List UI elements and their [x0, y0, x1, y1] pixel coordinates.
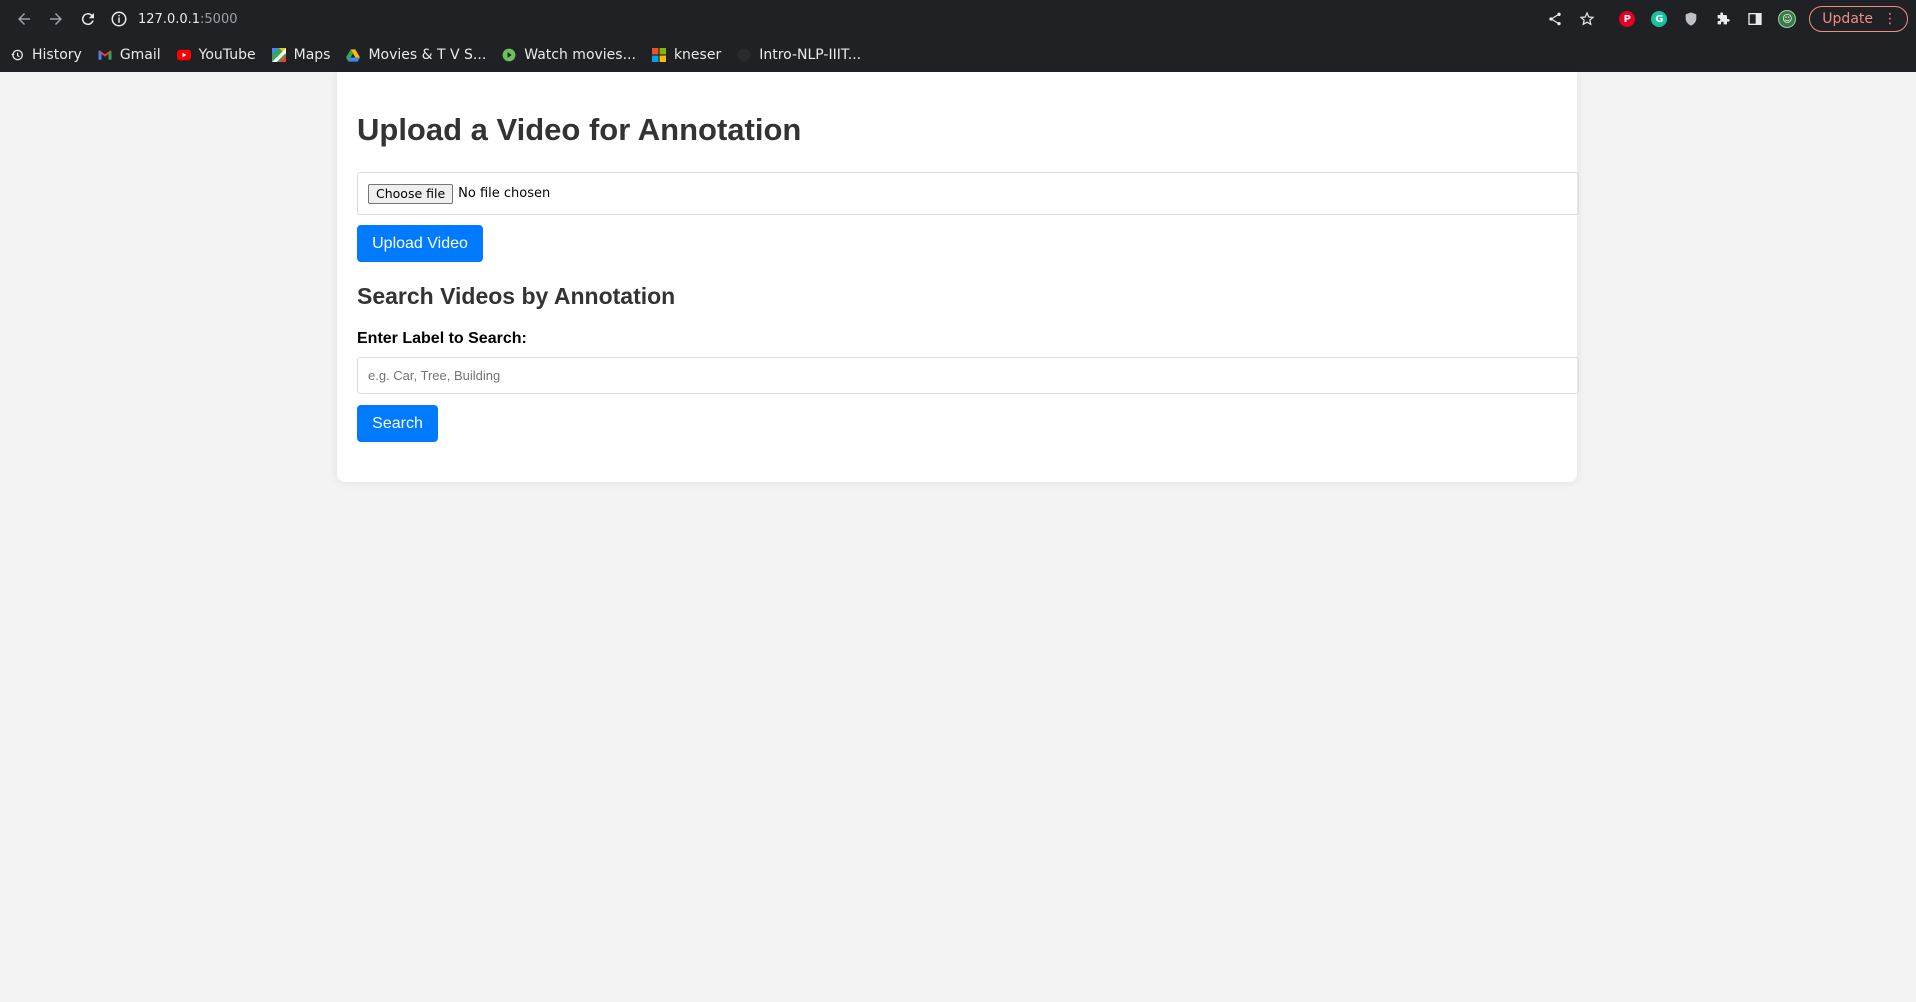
history-icon	[10, 48, 24, 62]
bookmark-label: Watch movies...	[524, 47, 636, 63]
no-file-text: No file chosen	[458, 186, 551, 201]
search-placeholder: e.g. Car, Tree, Building	[368, 368, 501, 383]
arrow-left-icon	[18, 13, 30, 25]
profile-button[interactable]: ☺	[1771, 4, 1803, 34]
side-panel-icon	[1748, 13, 1762, 25]
kebab-menu-icon: ⋮	[1883, 11, 1897, 27]
main-card: Upload a Video for Annotation Choose fil…	[337, 72, 1579, 482]
bookmark-kneser[interactable]: kneser	[651, 47, 722, 63]
search-title: Search Videos by Annotation	[357, 283, 676, 309]
reload-button[interactable]	[72, 3, 104, 35]
update-button[interactable]: Update ⋮	[1809, 6, 1908, 32]
url-port: :5000	[200, 11, 238, 27]
share-button[interactable]	[1539, 4, 1571, 34]
search-input[interactable]: e.g. Car, Tree, Building	[357, 357, 1579, 394]
puzzle-icon	[1717, 12, 1730, 25]
reload-icon	[81, 13, 94, 26]
bookmark-label: Intro-NLP-IIIT...	[759, 47, 862, 63]
grammarly-extension[interactable]: G	[1643, 4, 1675, 34]
grammarly-icon: G	[1651, 11, 1668, 27]
search-label: Enter Label to Search:	[357, 330, 527, 347]
bookmark-history[interactable]: History	[10, 47, 82, 63]
url-text: 127.0.0.1:5000	[138, 12, 238, 27]
bookmark-label: Movies & T V S...	[368, 47, 487, 63]
url-host: 127.0.0.1	[138, 11, 201, 27]
gmail-icon	[98, 48, 112, 62]
toolbar-actions: P G ☺ Update ⋮	[1539, 4, 1908, 34]
search-button[interactable]: Search	[357, 405, 438, 442]
bookmarks-bar: History Gmail YouTube Maps Movies & T V …	[0, 38, 1916, 72]
upload-video-button[interactable]: Upload Video	[357, 225, 483, 262]
arrow-right-icon	[50, 13, 62, 25]
bookmark-label: kneser	[673, 47, 722, 63]
upload-title: Upload a Video for Annotation	[357, 112, 802, 147]
star-icon	[1579, 11, 1595, 26]
avatar-icon: ☺	[1778, 10, 1797, 28]
bookmark-label: History	[32, 47, 82, 63]
share-icon	[1549, 12, 1561, 26]
forward-button[interactable]	[40, 3, 72, 35]
microsoft-icon	[651, 48, 666, 62]
bookmark-label: YouTube	[198, 47, 256, 63]
bookmark-label: Gmail	[119, 47, 161, 63]
choose-file-button[interactable]: Choose file	[368, 183, 454, 204]
github-icon	[737, 48, 751, 62]
pinterest-extension[interactable]: P	[1611, 4, 1643, 34]
youtube-icon	[176, 48, 191, 62]
browser-chrome: 127.0.0.1:5000 P G ☺ Update ⋮ History Gm…	[0, 0, 1916, 72]
file-input[interactable]: Choose file No file chosen	[357, 172, 1579, 215]
info-icon	[111, 11, 127, 27]
pinterest-icon: P	[1619, 11, 1636, 27]
side-panel-button[interactable]	[1739, 4, 1771, 34]
shield-icon	[1685, 12, 1697, 26]
bookmark-label: Maps	[293, 47, 331, 63]
play-icon	[502, 48, 516, 62]
bookmark-youtube[interactable]: YouTube	[176, 47, 256, 63]
bookmark-gmail[interactable]: Gmail	[98, 47, 161, 63]
update-label: Update	[1822, 11, 1873, 27]
maps-icon	[271, 48, 286, 62]
drive-icon	[346, 48, 361, 62]
address-bar[interactable]: 127.0.0.1:5000	[110, 4, 238, 34]
shield-extension[interactable]	[1675, 4, 1707, 34]
bookmark-intro-nlp[interactable]: Intro-NLP-IIIT...	[737, 47, 861, 63]
back-button[interactable]	[8, 3, 40, 35]
extensions-button[interactable]	[1707, 4, 1739, 34]
bookmark-maps[interactable]: Maps	[271, 47, 331, 63]
bookmark-star-button[interactable]	[1571, 4, 1603, 34]
bookmark-drive[interactable]: Movies & T V S...	[346, 47, 486, 63]
bookmark-watch-movies[interactable]: Watch movies...	[502, 47, 636, 63]
